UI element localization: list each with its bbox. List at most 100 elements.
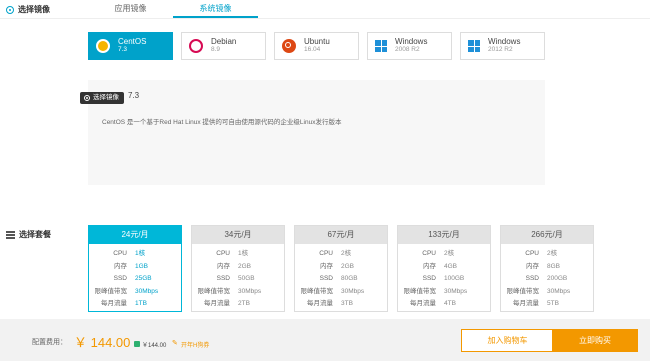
os-options: CentOS 7.3 Debian 8.9 Ubuntu 16.04 Windo… (88, 32, 545, 60)
plan-section-label: 选择套餐 (6, 229, 51, 240)
plan-spec-value: 50GB (238, 275, 255, 283)
plan-spec-row: 限峰值带宽 30Mbps (89, 286, 181, 299)
plan-spec-value: 1核 (135, 250, 146, 257)
plan-spec-key: 内存 (423, 262, 436, 270)
plan-spec-value: 100GB (444, 275, 465, 283)
os-version: 8.9 (211, 46, 221, 53)
plan-spec-key: 内存 (320, 262, 333, 270)
plan-spec-value: 200GB (547, 275, 568, 283)
plan-spec-row: CPU 2核 (295, 248, 387, 261)
plan-spec-row: 每月流量 5TB (501, 298, 593, 311)
plan-spec-key: SSD (422, 275, 436, 283)
os-option-ubuntu[interactable]: Ubuntu 16.04 (274, 32, 359, 60)
plan-spec-key: SSD (113, 275, 127, 283)
plan-spec-value: 2GB (238, 262, 252, 270)
plan-spec-key: SSD (319, 275, 333, 283)
buy-now-button[interactable]: 立即购买 (552, 329, 638, 352)
plan-spec-value: 30Mbps (341, 287, 365, 295)
os-option-debian[interactable]: Debian 8.9 (181, 32, 266, 60)
plan-price: 67元/月 (295, 226, 387, 244)
plan-spec-value: 2TB (238, 300, 250, 308)
os-option-centos[interactable]: CentOS 7.3 (88, 32, 173, 60)
mirror-tooltip: 选择镜像 (80, 92, 124, 104)
add-to-cart-button[interactable]: 加入购物车 (461, 329, 554, 352)
plan-price: 133元/月 (398, 226, 490, 244)
os-option-windows-2012[interactable]: Windows 2012 R2 (460, 32, 545, 60)
tooltip-label: 选择镜像 (93, 94, 119, 101)
plan-spec-key: 限峰值带宽 (300, 287, 334, 295)
plan-card[interactable]: 34元/月 CPU 1核 内存 2GB SSD 50GB 限峰值带宽 30Mbps 每月流量 2TB (191, 225, 285, 312)
plan-card[interactable]: 24元/月 CPU 1核内存 1GB SSD 25GB 限峰值带宽 30Mbps 每月流量 1TB (88, 225, 182, 312)
plan-spec-row: 内存 1GB (89, 261, 181, 274)
plan-spec-row: SSD 200GB (501, 273, 593, 286)
coupon-icon: ✎ (172, 340, 178, 347)
plan-spec-row: 每月流量 2TB (192, 298, 284, 311)
plan-spec-key: 限峰值带宽 (94, 287, 128, 295)
plan-spec-value: 8GB (547, 262, 561, 270)
plan-spec-key: 每月流量 (307, 300, 333, 308)
plan-spec-key: 内存 (526, 262, 539, 270)
windows-icon (468, 40, 480, 52)
plan-price: 34元/月 (192, 226, 284, 244)
plan-spec-row: 限峰值带宽 30Mbps (398, 286, 490, 299)
target-icon (84, 95, 90, 101)
plan-spec-row: SSD 25GB (89, 273, 181, 286)
plan-spec-row: 内存 4GB (398, 261, 490, 274)
plan-spec-value: 2核 (341, 250, 352, 257)
os-description-panel (88, 80, 545, 185)
tab-system-image[interactable]: 系统镜像 (173, 0, 258, 18)
plan-spec-value: 25GB (135, 275, 152, 283)
os-name: Debian (211, 37, 237, 46)
plan-spec-value: 80GB (341, 275, 358, 283)
target-icon (6, 5, 14, 14)
plan-spec-value: 5TB (547, 300, 559, 308)
plan-spec-row: 内存 8GB (501, 261, 593, 274)
plan-spec-key: CPU (525, 250, 539, 257)
os-description-title: 7.3 (128, 91, 140, 100)
plan-spec-key: CPU (113, 250, 127, 257)
plan-card[interactable]: 67元/月 CPU 2核内存 2GB SSD 80GB 限峰值带宽 30Mbps 每月流量 3TB (294, 225, 388, 312)
tab-app-image[interactable]: 应用镜像 (88, 0, 173, 18)
plan-spec-key: 内存 (114, 262, 127, 270)
plan-spec-row: 每月流量 4TB (398, 298, 490, 311)
plan-price: 24元/月 (89, 226, 181, 244)
plan-spec-key: 每月流量 (513, 300, 539, 308)
os-name: CentOS (118, 37, 147, 46)
plan-spec-key: 每月流量 (101, 300, 127, 308)
plan-spec-row: 限峰值带宽 30Mbps (501, 286, 593, 299)
plan-spec-row: CPU 2核 (398, 248, 490, 261)
debian-icon (189, 39, 203, 53)
check-icon (134, 341, 140, 347)
plan-spec-row: 限峰值带宽 30Mbps (295, 286, 387, 299)
plan-spec-value: 1TB (135, 300, 147, 308)
plan-spec-value: 4TB (444, 300, 456, 308)
plan-card[interactable]: 133元/月 CPU 2核内存 4GB SSD 100GB 限峰值带宽 30Mbps 每月流量 4… (397, 225, 491, 312)
centos-icon (96, 39, 110, 53)
plan-spec-key: CPU (422, 250, 436, 257)
plan-spec-value: 2核 (547, 250, 558, 257)
mirror-section-text: 选择镜像 (18, 5, 50, 14)
os-version: 7.3 (118, 46, 128, 53)
plan-spec-value: 2GB (341, 262, 355, 270)
plan-spec-row: SSD 50GB (192, 273, 284, 286)
plan-spec-value: 30Mbps (238, 287, 262, 295)
os-version: 2012 R2 (488, 46, 513, 53)
plan-spec-row: CPU 2核 (501, 248, 593, 261)
plan-card[interactable]: 266元/月 CPU 2核 内存 8GB SSD 200GB 限峰值带宽 30Mbps 每月流量 5… (500, 225, 594, 312)
plan-spec-value: 30Mbps (444, 287, 468, 295)
plan-spec-key: CPU (319, 250, 333, 257)
windows-icon (375, 40, 387, 52)
coupon-link[interactable]: 开年H狗券 (181, 340, 209, 349)
plan-spec-value: 1核 (238, 250, 249, 257)
plan-spec-row: 内存 2GB (295, 261, 387, 274)
plan-spec-key: SSD (216, 275, 230, 283)
plan-spec-value: 2核 (444, 250, 455, 257)
plan-spec-key: 每月流量 (204, 300, 230, 308)
plan-spec-row: SSD 80GB (295, 273, 387, 286)
os-option-windows-2008[interactable]: Windows 2008 R2 (367, 32, 452, 60)
os-description-text: CentOS 是一个基于Red Hat Linux 提供的可自由使用源代码的企业… (102, 119, 342, 126)
fee-price: ￥ 144.00 (74, 335, 131, 350)
tabs-divider (0, 18, 650, 19)
plan-spec-key: SSD (525, 275, 539, 283)
plan-spec-row: 每月流量 3TB (295, 298, 387, 311)
